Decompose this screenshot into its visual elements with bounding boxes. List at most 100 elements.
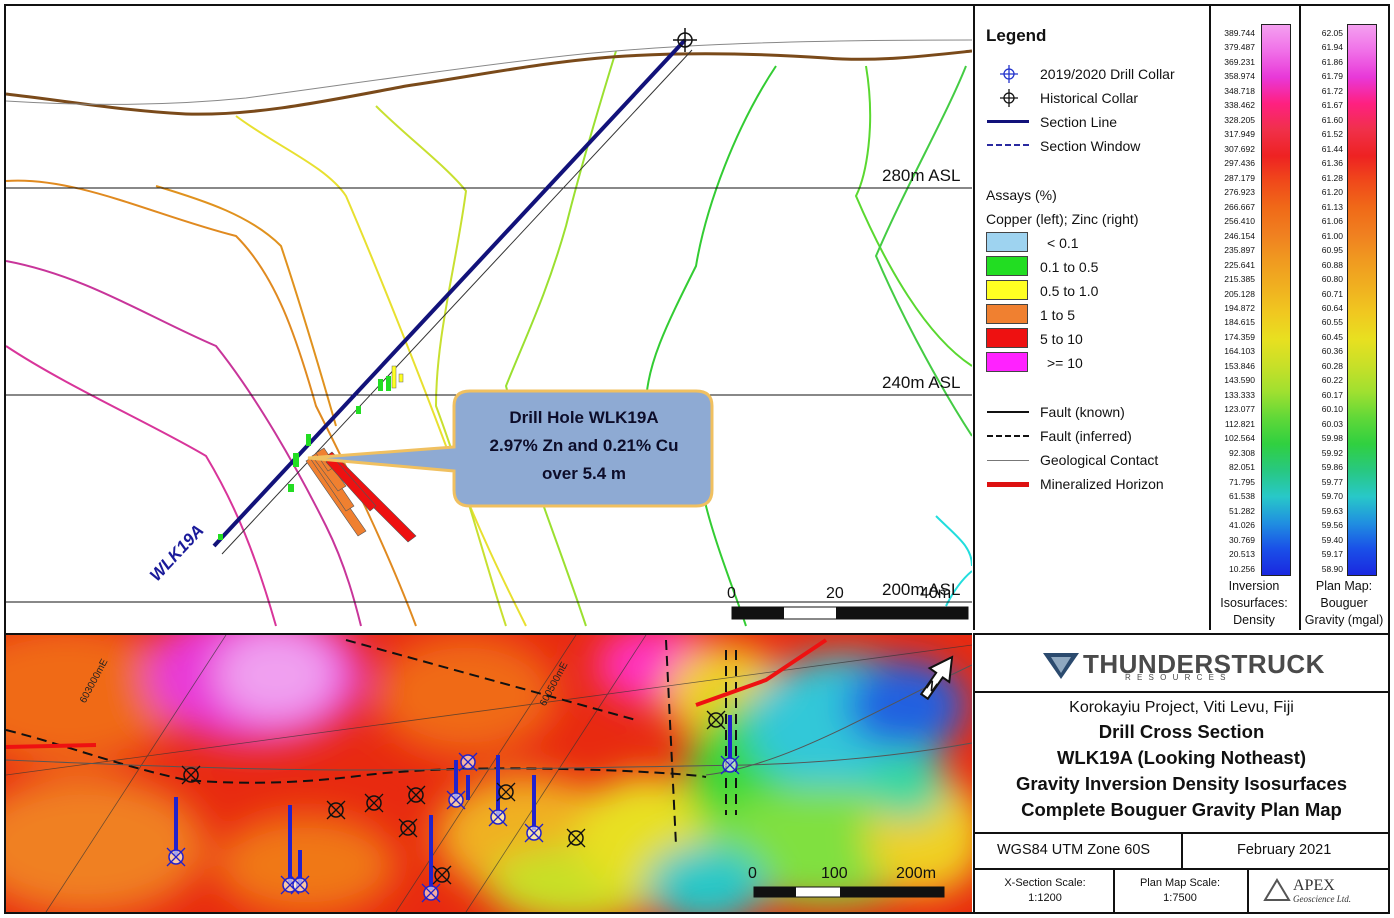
collar-icon: [488, 807, 508, 827]
collar-icon: [290, 875, 310, 895]
density-scale-value: 266.667: [1224, 201, 1255, 212]
swatch-0-1-to-0-5: [986, 256, 1028, 276]
gravity-scale-panel: 62.05 61.94 61.86 61.79 61.72 61.67 61.60 61.52…: [1299, 6, 1388, 630]
density-caption: Inversion Isosurfaces: Density: [1211, 578, 1297, 629]
elevation-label-280: 280m ASL: [882, 166, 961, 185]
gravity-scale-value: 59.86: [1321, 462, 1343, 473]
section-scale-bar: [731, 606, 969, 620]
gravity-scale-value: 59.98: [1321, 433, 1343, 444]
collar-icon: [432, 865, 452, 885]
xs-scale-label: X-Section Scale:: [1004, 877, 1086, 889]
collar-icon: [181, 765, 201, 785]
swatch-gte-10: [986, 352, 1028, 372]
gravity-scale-value: 60.36: [1321, 346, 1343, 357]
gravity-scale-value: 61.52: [1321, 129, 1343, 140]
density-scale-value: 205.128: [1224, 288, 1255, 299]
density-caption-line-2: Isosurfaces:: [1220, 596, 1288, 610]
gravity-caption-line-1: Plan Map:: [1315, 579, 1373, 593]
title-line-3: Gravity Inversion Density Isosurfaces: [1015, 773, 1348, 794]
plan-scale-bar: [753, 886, 945, 898]
info-divider: [1181, 834, 1183, 868]
gravity-scale-value: 59.70: [1321, 491, 1343, 502]
legend-panel: Legend 2019/2020 Drill Collar Historical…: [973, 6, 1211, 630]
density-scale-value: 123.077: [1224, 404, 1255, 415]
gravity-scale-value: 61.00: [1321, 230, 1343, 241]
assay-label-4: 1 to 5: [1040, 307, 1076, 323]
collar-icon: [364, 793, 384, 813]
plan-scale-label-0: 0: [748, 865, 757, 882]
density-scale-value: 379.487: [1224, 42, 1255, 53]
legend-fault-inferred: Fault (inferred): [1040, 428, 1132, 444]
collar-icon: [166, 847, 186, 867]
assay-label-3: 0.5 to 1.0: [1040, 283, 1099, 299]
density-scale-value: 369.231: [1224, 56, 1255, 67]
title-line-2: WLK19A (Looking Notheast): [1056, 747, 1307, 768]
historical-collar-icon: [1000, 89, 1018, 107]
density-scale-value: 215.385: [1224, 274, 1255, 285]
apex-logo-icon: [1263, 878, 1291, 901]
gravity-scale-value: 59.40: [1321, 534, 1343, 545]
gravity-scale-value: 60.22: [1321, 375, 1343, 386]
legend-section-line: Section Line: [1040, 114, 1118, 130]
density-scale-value: 194.872: [1224, 303, 1255, 313]
gravity-scale-value: 61.13: [1321, 201, 1343, 212]
collar-icon: [496, 782, 516, 802]
density-scale-value: 276.923: [1224, 187, 1255, 198]
scale-label-0: 0: [727, 585, 736, 602]
legend-section-window: Section Window: [1040, 138, 1141, 154]
project-name: Korokayiu Project, Viti Levu, Fiji: [1069, 699, 1294, 716]
legend-title: Legend: [986, 26, 1047, 45]
density-caption-line-1: Inversion: [1228, 579, 1280, 593]
density-scale-value: 164.103: [1224, 346, 1255, 357]
gravity-scale-value: 61.94: [1321, 42, 1343, 53]
assay-label-2: 0.1 to 0.5: [1040, 259, 1099, 275]
plan-scale: 1:7500: [1163, 892, 1197, 904]
density-scale-value: 20.513: [1229, 549, 1255, 560]
density-scale-value: 307.692: [1224, 143, 1255, 154]
callout-line-3: over 5.4 m: [541, 464, 627, 483]
density-scale-value: 235.897: [1224, 245, 1255, 256]
density-scale-value: 143.590: [1224, 375, 1255, 386]
gravity-caption-line-2: Bouguer: [1320, 596, 1368, 610]
title-line-1: Drill Cross Section: [1098, 721, 1265, 742]
swatch-lt-0-1: [986, 232, 1028, 252]
gravity-scale-value: 59.63: [1321, 505, 1343, 516]
gravity-color-bar: [1347, 24, 1377, 576]
density-scale-value: 102.564: [1224, 433, 1255, 444]
density-scale-value: 287.179: [1224, 172, 1255, 183]
assay-label-5: 5 to 10: [1040, 331, 1083, 347]
assay-label-6: >= 10: [1047, 355, 1083, 371]
collar-icon: [524, 823, 544, 843]
callout-line-1: Drill Hole WLK19A: [509, 408, 659, 427]
density-scale-value: 51.282: [1229, 505, 1255, 516]
gravity-scale-value: 61.60: [1321, 114, 1343, 125]
company-sub: R E S O U R C E S: [1125, 673, 1228, 682]
gravity-scale-value: 60.55: [1321, 317, 1343, 328]
gravity-scale-value: 61.20: [1321, 187, 1343, 198]
elevation-label-240: 240m ASL: [882, 373, 961, 392]
gravity-scale-value: 60.95: [1321, 245, 1343, 256]
swatch-1-to-5: [986, 304, 1028, 324]
collar-icon: [406, 785, 426, 805]
density-caption-line-3: Density: [1233, 613, 1275, 627]
drill-collar-icon: [1000, 65, 1018, 83]
density-scale-panel: 389.744 379.487 369.231 358.974 348.718 338.4…: [1209, 6, 1301, 630]
density-scale-value: 338.462: [1224, 100, 1255, 111]
density-scale-value: 348.718: [1224, 85, 1255, 96]
gravity-scale-value: 61.79: [1321, 71, 1343, 82]
collar-icon: [421, 883, 441, 903]
gravity-scale-value: 61.28: [1321, 172, 1343, 183]
scale-divider-2: [1247, 868, 1249, 912]
density-scale-value: 112.821: [1224, 418, 1255, 429]
logo-area: THUNDERSTRUCK R E S O U R C E S: [975, 635, 1388, 693]
gravity-scale-value: 59.92: [1321, 447, 1343, 458]
density-scale-value: 92.308: [1229, 447, 1255, 458]
density-scale-value: 317.949: [1224, 129, 1255, 140]
scale-label-40m: 40m: [920, 585, 952, 602]
density-scale-value: 246.154: [1224, 230, 1255, 241]
collar-icon: [326, 800, 346, 820]
swatch-5-to-10: [986, 328, 1028, 348]
collar-icon: [566, 828, 586, 848]
apex-sub: Geoscience Ltd.: [1293, 894, 1351, 904]
density-scale-value: 82.051: [1229, 462, 1255, 473]
